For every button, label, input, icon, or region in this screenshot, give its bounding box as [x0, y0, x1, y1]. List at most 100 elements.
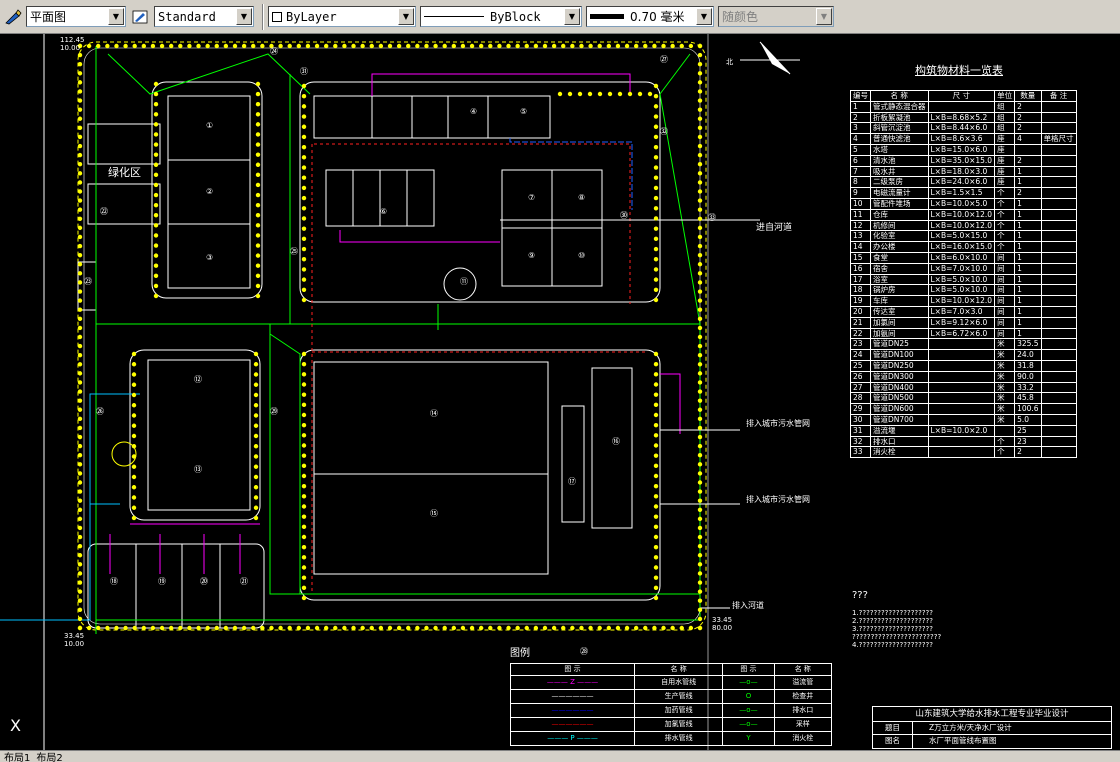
tree-dot [301, 134, 307, 140]
tree-dot [253, 403, 259, 408]
table-cell [927, 435, 996, 448]
tree-dot [597, 43, 602, 49]
table-cell: 办公楼 [870, 241, 929, 253]
text-style-select[interactable]: Standard ▼ [154, 6, 254, 27]
tree-dot [278, 43, 283, 49]
building-label: ⑪ [460, 277, 468, 286]
tree-dot [77, 553, 83, 558]
table-cell: 2 [1014, 187, 1042, 199]
annotation-water-in: 进自河道 [756, 221, 792, 233]
table-cell [927, 370, 996, 383]
tree-dot [360, 625, 365, 631]
table-cell: 19 [850, 295, 871, 307]
table-row: 10 管配件堆场 L×B=10.0×5.0 个 1 [850, 197, 1077, 210]
building-label: ⑦ [528, 193, 535, 202]
tree-dot [451, 43, 457, 49]
tree-dot [697, 598, 703, 603]
building-label: ① [206, 121, 213, 130]
tree-dot [301, 494, 307, 499]
tree-dot [653, 585, 659, 591]
table-cell: 18 [850, 284, 871, 297]
table-cell: 座 [994, 165, 1016, 178]
legend-cell: —o— [722, 675, 775, 690]
tree-dot [153, 182, 159, 188]
north-arrow-icon: 北 [726, 41, 800, 75]
table-header-cell: 名 称 [870, 90, 929, 102]
table-cell: 1 [1014, 197, 1042, 210]
legend-cell: 排水口 [773, 703, 833, 718]
tree-dot [697, 71, 703, 76]
table-cell: L×B=18.0×3.0 [927, 165, 996, 178]
chevron-down-icon[interactable]: ▼ [696, 8, 712, 25]
tree-dot [77, 380, 83, 385]
tree-dot [653, 195, 659, 201]
table-cell: 组 [994, 100, 1016, 113]
table-cell: 10 [850, 197, 871, 210]
table-header-cell: 单位 [994, 90, 1016, 102]
tree-dot [688, 625, 694, 631]
legend-cell: 自用水管线 [634, 675, 724, 690]
table-cell: 米 [994, 392, 1016, 405]
tree-dot [153, 122, 159, 127]
tree-dot [653, 463, 659, 469]
table-cell: L×B=7.0×3.0 [927, 305, 996, 318]
table-cell: 管式静态混合器 [870, 100, 929, 113]
tree-dot [86, 625, 92, 631]
workspace-select[interactable]: 平面图 ▼ [26, 6, 126, 27]
table-cell: 传达室 [870, 305, 929, 318]
table-cell [1040, 176, 1077, 189]
drawing-canvas[interactable]: 112.45 10.00 33.45 10.00 33.45 80.00 进自河… [0, 34, 1120, 750]
legend-row: —————— 加氯管线 —o— 采样 [509, 717, 833, 732]
tab-layout-1[interactable]: 布局1 [4, 749, 30, 762]
tree-dot [131, 351, 137, 357]
table-cell: 间 [994, 262, 1016, 275]
building-label: ⑥ [380, 207, 387, 216]
chevron-down-icon[interactable]: ▼ [236, 8, 252, 25]
tab-layout-2[interactable]: 布局2 [36, 749, 62, 762]
tree-dot [301, 226, 307, 231]
tree-dot [478, 625, 484, 631]
table-cell: 机修间 [870, 219, 929, 232]
table-cell: 组 [994, 111, 1016, 124]
chevron-down-icon[interactable]: ▼ [398, 8, 414, 25]
table-row: 29 管道DN600 米 100.6 [850, 403, 1077, 415]
table-cell: 25 [850, 359, 871, 372]
table-cell: L×B=8.44×6.0 [927, 122, 996, 135]
building-label: ⑰ [568, 477, 576, 486]
building-label: ⑲ [158, 577, 166, 586]
tree-dot [643, 625, 648, 631]
table-cell: 电磁流量计 [870, 187, 929, 199]
chevron-down-icon[interactable]: ▼ [564, 8, 580, 25]
table-cell [927, 413, 996, 426]
chevron-down-icon[interactable]: ▼ [108, 8, 124, 25]
title-block-school: 山东建筑大学给水排水工程专业毕业设计 [873, 707, 1111, 722]
tree-dot [351, 625, 356, 631]
tree-dot [77, 262, 83, 267]
table-row: 6 清水池 L×B=35.0×15.0 座 2 [850, 154, 1077, 167]
table-row: 2 折板絮凝池 L×B=8.68×5.2 组 2 [850, 111, 1077, 124]
table-cell: 间 [994, 273, 1016, 286]
table-cell [1040, 403, 1077, 415]
table-cell: 27 [850, 381, 871, 394]
note-line: 2.???????????????????? [852, 617, 933, 625]
tree-dot [253, 444, 259, 449]
tree-dot [77, 116, 83, 121]
table-cell: 21 [850, 316, 871, 329]
table-cell: 个 [994, 446, 1016, 459]
tree-dot [442, 625, 447, 631]
tree-dot [253, 433, 259, 439]
tree-dot [77, 180, 83, 185]
tree-dot [301, 104, 307, 109]
tree-dot [433, 43, 438, 49]
tree-dot [670, 625, 675, 631]
legend-cell: 生产管线 [634, 689, 724, 704]
tree-dot [688, 43, 694, 49]
linetype-select[interactable]: ByBlock ▼ [420, 6, 582, 27]
table-cell: 1 [1014, 251, 1042, 264]
text-style-icon[interactable] [130, 6, 152, 28]
lineweight-select[interactable]: 0.70 毫米 ▼ [586, 6, 714, 27]
color-select[interactable]: ByLayer ▼ [268, 6, 416, 27]
workspace-icon[interactable] [2, 6, 24, 28]
tree-dot [131, 505, 137, 510]
legend-cell: 消火栓 [773, 731, 833, 746]
